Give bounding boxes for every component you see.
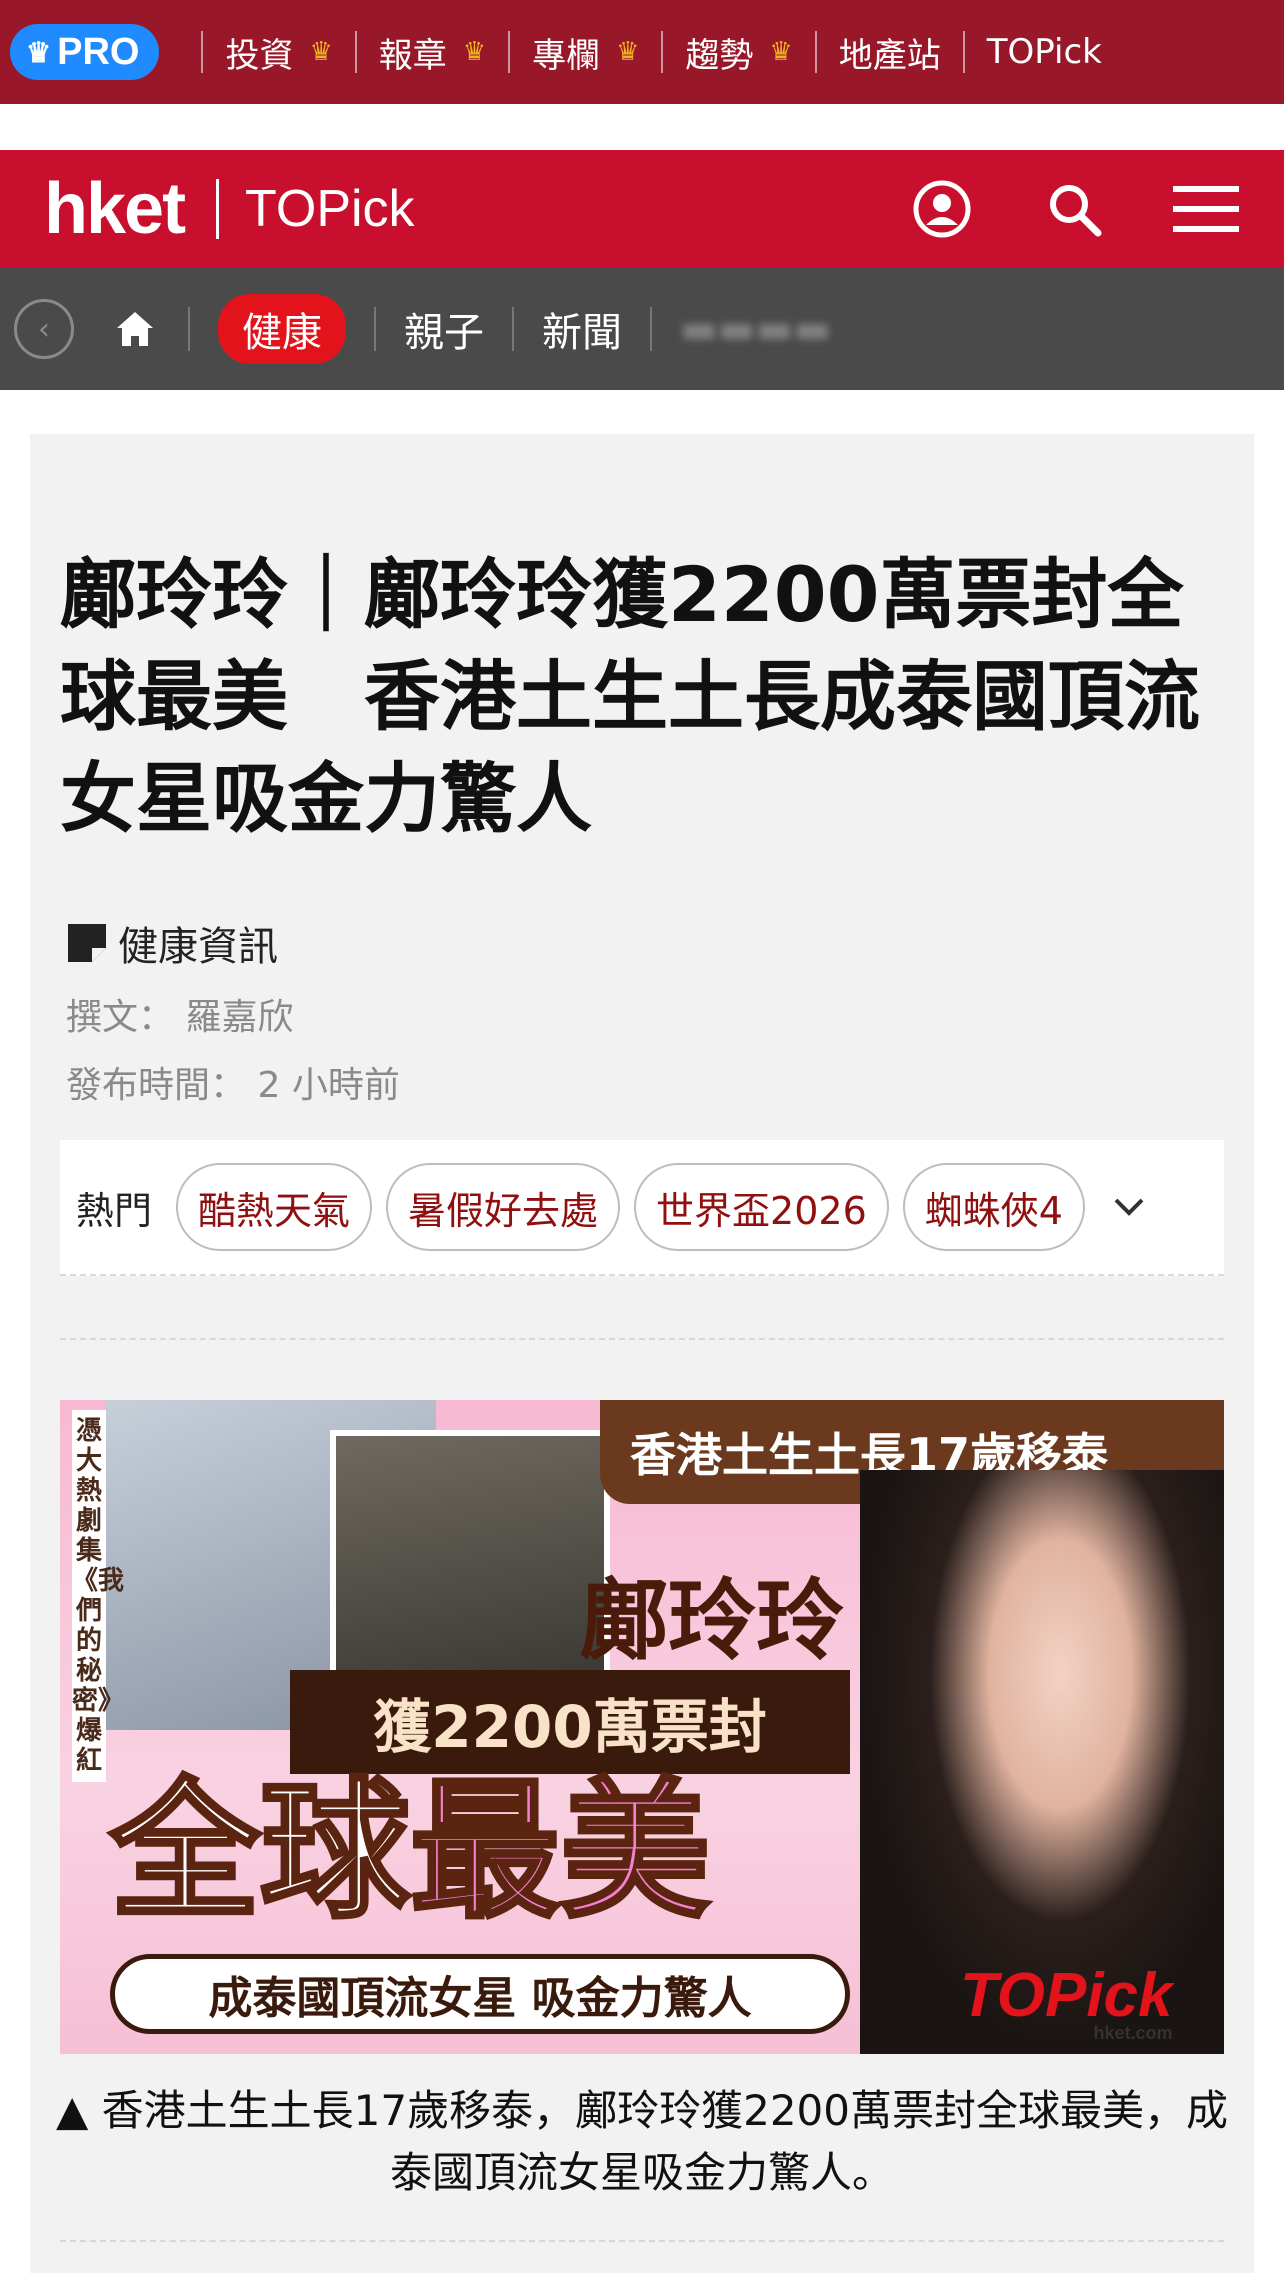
- pro-nav: 投資 ♛ 報章 ♛ 專欄 ♛ 趨勢 ♛ 地產站 TOPick: [179, 28, 1102, 77]
- caption-text: 香港土生土長17歲移泰，鄺玲玲獲2200萬票封全球最美，成泰國頂流女星吸金力驚人…: [101, 2086, 1228, 2197]
- hero-headline-white: 全球: [108, 1765, 412, 1939]
- site-header: hket TOPick: [0, 150, 1284, 268]
- hot-topics-bar: 熱門 酷熱天氣 暑假好去處 世界盃2026 蜘蛛俠4: [60, 1140, 1224, 1276]
- section-tab-parenting[interactable]: 親子: [404, 300, 484, 358]
- divider: [508, 31, 511, 73]
- hero-name: 鄺玲玲: [580, 1569, 845, 1672]
- topick-logo[interactable]: TOPick: [245, 179, 415, 239]
- article-category[interactable]: 健康資訊: [66, 914, 400, 972]
- hot-tag[interactable]: 酷熱天氣: [176, 1163, 373, 1251]
- divider: [60, 1338, 1224, 1340]
- divider: [650, 307, 652, 351]
- crown-icon: ♛: [462, 37, 487, 67]
- pro-nav-item-trend[interactable]: 趨勢 ♛: [685, 28, 792, 77]
- crown-icon: ♛: [769, 37, 793, 67]
- logo-divider: [216, 179, 220, 239]
- pro-nav-label: 投資: [225, 35, 294, 76]
- hero-image[interactable]: 憑大熱劇集《我們的秘密》爆紅 香港土生土長17歲移泰 鄺玲玲 獲2200萬票封 …: [60, 1400, 1224, 2054]
- hero-vertical-text: 憑大熱劇集《我們的秘密》爆紅: [72, 1410, 124, 1782]
- hero-bottom-banner: 成泰國頂流女星 吸金力驚人: [110, 1954, 850, 2034]
- hero-subtitle: 獲2200萬票封: [290, 1670, 850, 1774]
- article-author: 撰文： 羅嘉欣: [66, 988, 400, 1040]
- published-label: 發布時間：: [66, 1065, 247, 1106]
- divider: [962, 31, 965, 73]
- hot-tag[interactable]: 世界盃2026: [634, 1163, 889, 1251]
- watermark-brand: TOPick: [960, 1961, 1173, 2030]
- pro-nav-label: 報章: [378, 35, 447, 76]
- divider: [60, 2240, 1224, 2242]
- pro-nav-label: 趨勢: [685, 35, 754, 76]
- hot-tag[interactable]: 暑假好去處: [386, 1163, 621, 1251]
- hero-photo-street: [330, 1430, 610, 1680]
- pro-badge-label: PRO: [57, 30, 140, 73]
- image-caption: ▲ 香港土生土長17歲移泰，鄺玲玲獲2200萬票封全球最美，成泰國頂流女星吸金力…: [50, 2080, 1234, 2204]
- pro-bar: ♛ PRO 投資 ♛ 報章 ♛ 專欄 ♛ 趨勢 ♛ 地產站 TOPick: [0, 0, 1284, 104]
- hero-headline-pink: 最美: [408, 1765, 712, 1939]
- divider: [661, 31, 664, 73]
- pro-nav-label: 專欄: [532, 35, 601, 76]
- category-label: 健康資訊: [118, 924, 278, 970]
- article-meta: 健康資訊 撰文： 羅嘉欣 發布時間： 2 小時前: [66, 914, 400, 1108]
- section-tab-blurred: ▬▬▬▬: [680, 306, 832, 352]
- divider: [354, 31, 357, 73]
- header-icons: [846, 173, 1242, 245]
- home-icon[interactable]: [110, 304, 160, 354]
- crown-icon: ♛: [26, 36, 52, 68]
- divider: [201, 31, 204, 73]
- section-nav: ‹ 健康 親子 新聞 ▬▬▬▬: [0, 268, 1284, 390]
- hot-topics-label: 熱門: [76, 1188, 153, 1233]
- author-name: 羅嘉欣: [185, 997, 294, 1038]
- article-published: 發布時間： 2 小時前: [66, 1056, 400, 1108]
- pro-nav-item-invest[interactable]: 投資 ♛: [225, 28, 332, 77]
- section-tab-news[interactable]: 新聞: [542, 300, 622, 358]
- article-card: 鄺玲玲｜鄺玲玲獲2200萬票封全球最美 香港土生土長成泰國頂流女星吸金力驚人 健…: [30, 434, 1254, 2273]
- author-label: 撰文：: [66, 997, 175, 1038]
- document-icon: [68, 924, 106, 962]
- user-icon[interactable]: [906, 173, 978, 245]
- divider: [374, 307, 376, 351]
- topick-watermark: TOPick hket.com: [960, 1960, 1173, 2044]
- divider: [814, 31, 817, 73]
- hket-logo[interactable]: hket: [44, 168, 186, 250]
- pro-badge[interactable]: ♛ PRO: [10, 24, 160, 80]
- hero-headline: 全球最美: [108, 1770, 712, 1934]
- published-time: 2 小時前: [257, 1065, 400, 1106]
- pro-nav-label: TOPick: [986, 32, 1102, 72]
- divider: [512, 307, 514, 351]
- menu-icon[interactable]: [1170, 173, 1242, 245]
- caption-marker: ▲: [55, 2086, 89, 2135]
- hot-tag[interactable]: 蜘蛛俠4: [902, 1163, 1085, 1251]
- chevron-down-icon[interactable]: [1107, 1185, 1151, 1229]
- pro-nav-item-property[interactable]: 地產站: [839, 28, 941, 77]
- pro-nav-item-newspaper[interactable]: 報章 ♛: [379, 28, 486, 77]
- pro-nav-label: 地產站: [838, 35, 941, 76]
- crown-icon: ♛: [616, 37, 640, 67]
- article-title: 鄺玲玲｜鄺玲玲獲2200萬票封全球最美 香港土生土長成泰國頂流女星吸金力驚人: [60, 550, 1200, 843]
- pro-nav-item-column[interactable]: 專欄 ♛: [532, 28, 639, 77]
- pro-nav-item-topick[interactable]: TOPick: [987, 32, 1102, 72]
- search-icon[interactable]: [1038, 173, 1110, 245]
- section-tab-health[interactable]: 健康: [218, 294, 346, 364]
- crown-icon: ♛: [309, 37, 333, 67]
- divider: [188, 307, 190, 351]
- chevron-left-icon[interactable]: ‹: [14, 299, 74, 359]
